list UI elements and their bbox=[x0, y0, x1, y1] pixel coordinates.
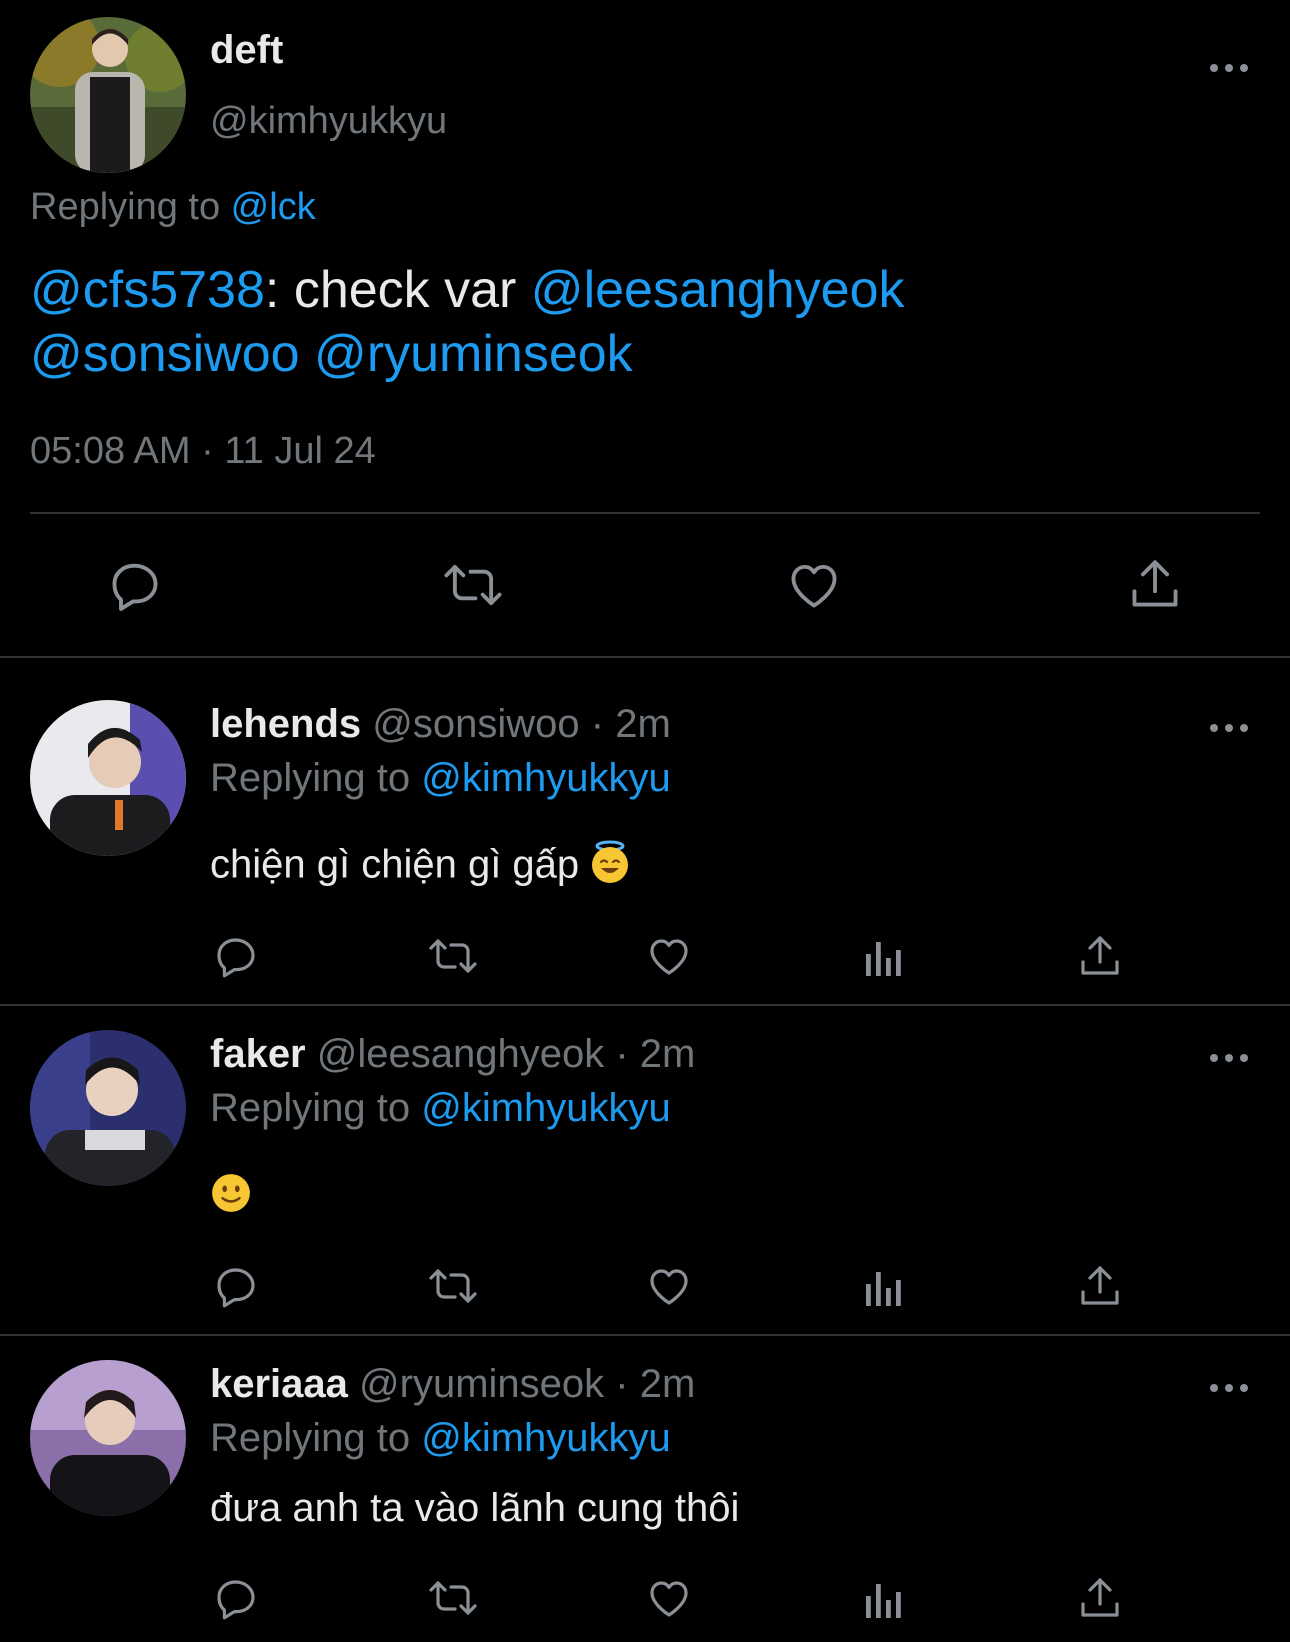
share-icon[interactable] bbox=[1076, 1574, 1124, 1622]
replying-to-label: Replying to bbox=[30, 186, 231, 228]
section-divider bbox=[0, 1004, 1290, 1006]
reply-icon[interactable] bbox=[212, 932, 260, 980]
reply-header: keriaaa @ryuminseok · 2m bbox=[210, 1362, 695, 1407]
section-divider bbox=[0, 656, 1290, 658]
replying-to-line: Replying to @kimhyukkyu bbox=[210, 1086, 671, 1131]
mention-cfs5738[interactable]: @cfs5738 bbox=[30, 261, 265, 319]
reply-header: faker @leesanghyeok · 2m bbox=[210, 1032, 695, 1077]
tweet-text-body: : check var bbox=[264, 261, 531, 319]
reply-text: đưa anh ta vào lãnh cung thôi bbox=[210, 1486, 739, 1531]
mention-leesanghyeok[interactable]: @leesanghyeok bbox=[531, 261, 905, 319]
reply-time[interactable]: · 2m bbox=[615, 1032, 695, 1076]
more-options-icon[interactable] bbox=[1210, 64, 1248, 72]
reply-author-handle[interactable]: @leesanghyeok bbox=[317, 1032, 604, 1076]
reply-author-name[interactable]: faker bbox=[210, 1032, 306, 1076]
more-options-icon[interactable] bbox=[1210, 724, 1248, 732]
replying-to-link[interactable]: @kimhyukkyu bbox=[421, 756, 671, 800]
section-divider bbox=[0, 1334, 1290, 1336]
smiling-face-with-halo-icon bbox=[590, 840, 630, 894]
replying-to-link[interactable]: @lck bbox=[231, 186, 316, 228]
mention-sonsiwoo[interactable]: @sonsiwoo bbox=[30, 325, 300, 383]
retweet-icon[interactable] bbox=[440, 556, 506, 614]
like-icon[interactable] bbox=[644, 932, 694, 980]
replying-to-line: Replying to @lck bbox=[30, 186, 316, 229]
share-icon[interactable] bbox=[1076, 1262, 1124, 1310]
mention-ryuminseok[interactable]: @ryuminseok bbox=[314, 325, 633, 383]
avatar-faker[interactable] bbox=[30, 1030, 186, 1186]
replying-to-label: Replying to bbox=[210, 756, 422, 800]
views-icon[interactable] bbox=[864, 1576, 904, 1620]
author-handle[interactable]: @kimhyukkyu bbox=[210, 100, 447, 143]
reply-author-handle[interactable]: @sonsiwoo bbox=[372, 702, 579, 746]
retweet-icon[interactable] bbox=[426, 1262, 480, 1310]
reply-author-name[interactable]: keriaaa bbox=[210, 1362, 348, 1406]
replying-to-link[interactable]: @kimhyukkyu bbox=[421, 1416, 671, 1460]
replying-to-label: Replying to bbox=[210, 1086, 422, 1130]
reply-time[interactable]: · 2m bbox=[591, 702, 671, 746]
timestamp-divider bbox=[30, 512, 1260, 514]
retweet-icon[interactable] bbox=[426, 932, 480, 980]
views-icon[interactable] bbox=[864, 1264, 904, 1308]
like-icon[interactable] bbox=[644, 1262, 694, 1310]
retweet-icon[interactable] bbox=[426, 1574, 480, 1622]
reply-icon[interactable] bbox=[212, 1262, 260, 1310]
replying-to-line: Replying to @kimhyukkyu bbox=[210, 1416, 671, 1461]
reply-time[interactable]: · 2m bbox=[615, 1362, 695, 1406]
share-icon[interactable] bbox=[1076, 932, 1124, 980]
more-options-icon[interactable] bbox=[1210, 1384, 1248, 1392]
like-icon[interactable] bbox=[644, 1574, 694, 1622]
replying-to-link[interactable]: @kimhyukkyu bbox=[421, 1086, 671, 1130]
tweet-text: @cfs5738: check var @leesanghyeok @sonsi… bbox=[30, 258, 1260, 386]
slightly-smiling-face-icon bbox=[210, 1172, 252, 1224]
avatar-deft[interactable] bbox=[30, 17, 186, 173]
avatar-lehends[interactable] bbox=[30, 700, 186, 856]
tweet-timestamp[interactable]: 05:08 AM · 11 Jul 24 bbox=[30, 430, 376, 473]
reply-author-handle[interactable]: @ryuminseok bbox=[359, 1362, 604, 1406]
views-icon[interactable] bbox=[864, 934, 904, 978]
reply-text-body: chiện gì chiện gì gấp bbox=[210, 842, 580, 887]
reply-author-name[interactable]: lehends bbox=[210, 702, 361, 746]
like-icon[interactable] bbox=[784, 556, 844, 614]
share-icon[interactable] bbox=[1126, 554, 1184, 614]
replying-to-label: Replying to bbox=[210, 1416, 422, 1460]
replying-to-line: Replying to @kimhyukkyu bbox=[210, 756, 671, 801]
avatar-keriaaa[interactable] bbox=[30, 1360, 186, 1516]
author-name[interactable]: deft bbox=[210, 28, 283, 73]
reply-header: lehends @sonsiwoo · 2m bbox=[210, 702, 671, 747]
reply-text-body: đưa anh ta vào lãnh cung thôi bbox=[210, 1486, 740, 1530]
reply-icon[interactable] bbox=[106, 556, 164, 614]
more-options-icon[interactable] bbox=[1210, 1054, 1248, 1062]
reply-text bbox=[210, 1172, 252, 1224]
reply-icon[interactable] bbox=[212, 1574, 260, 1622]
reply-text: chiện gì chiện gì gấp bbox=[210, 840, 630, 894]
